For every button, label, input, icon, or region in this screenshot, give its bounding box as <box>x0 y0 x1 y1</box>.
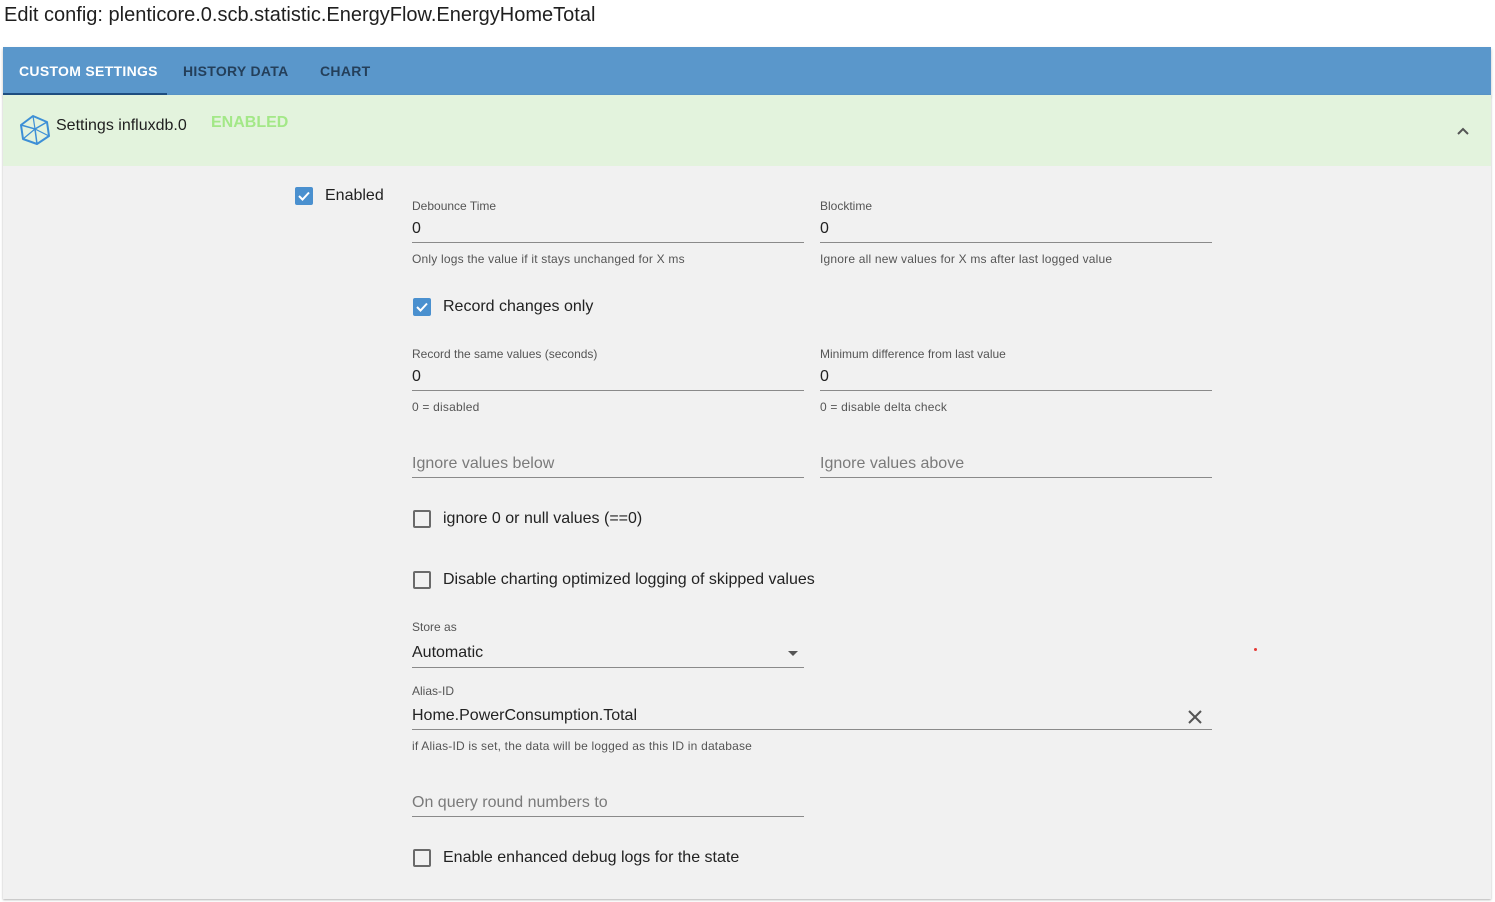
checkmark-icon <box>416 302 428 312</box>
record-same-values-label: Record the same values (seconds) <box>412 347 598 361</box>
red-dot-marker <box>1254 648 1257 651</box>
record-changes-only-label: Record changes only <box>443 298 594 315</box>
ignore-below-input[interactable] <box>412 450 804 478</box>
record-same-values-input[interactable] <box>412 363 804 391</box>
debounce-time-input[interactable] <box>412 215 804 243</box>
panel-header[interactable]: Settings influxdb.0 ENABLED <box>3 95 1491 166</box>
panel-title: Settings influxdb.0 <box>56 117 187 134</box>
disable-charting-label: Disable charting optimized logging of sk… <box>443 571 815 588</box>
tab-history-data[interactable]: HISTORY DATA <box>183 47 289 95</box>
record-changes-only-checkbox[interactable] <box>413 298 431 316</box>
min-difference-helper: 0 = disable delta check <box>820 400 948 414</box>
min-difference-label: Minimum difference from last value <box>820 347 1006 361</box>
tab-chart[interactable]: CHART <box>320 47 371 95</box>
status-badge: ENABLED <box>211 114 289 131</box>
enabled-label: Enabled <box>325 187 384 204</box>
blocktime-label: Blocktime <box>820 199 873 213</box>
clear-icon[interactable] <box>1186 708 1204 726</box>
alias-id-input[interactable] <box>412 702 1212 730</box>
alias-id-helper: if Alias-ID is set, the data will be log… <box>412 739 753 753</box>
store-as-select[interactable]: Automatic <box>412 640 804 668</box>
debounce-time-label: Debounce Time <box>412 199 497 213</box>
debounce-time-helper: Only logs the value if it stays unchange… <box>412 252 685 266</box>
debug-logs-checkbox[interactable] <box>413 849 431 867</box>
ignore-above-input[interactable] <box>820 450 1212 478</box>
page-title: Edit config: plenticore.0.scb.statistic.… <box>4 4 596 26</box>
ignore-zero-label: ignore 0 or null values (==0) <box>443 510 643 527</box>
dropdown-arrow-icon <box>788 651 798 656</box>
blocktime-input[interactable] <box>820 215 1212 243</box>
disable-charting-checkbox[interactable] <box>413 571 431 589</box>
round-numbers-input[interactable] <box>412 789 804 817</box>
settings-panel: Settings influxdb.0 ENABLED Enabled Debo… <box>3 95 1491 899</box>
influxdb-logo-icon <box>20 115 50 145</box>
store-as-label: Store as <box>412 620 457 634</box>
store-as-value: Automatic <box>412 644 484 661</box>
enabled-checkbox[interactable] <box>295 187 313 205</box>
min-difference-input[interactable] <box>820 363 1212 391</box>
tab-custom-settings[interactable]: CUSTOM SETTINGS <box>19 47 158 95</box>
alias-id-label: Alias-ID <box>412 684 455 698</box>
record-same-values-helper: 0 = disabled <box>412 400 480 414</box>
ignore-zero-checkbox[interactable] <box>413 510 431 528</box>
debug-logs-label: Enable enhanced debug logs for the state <box>443 849 740 866</box>
blocktime-helper: Ignore all new values for X ms after las… <box>820 252 1113 266</box>
tab-bar: CUSTOM SETTINGS HISTORY DATA CHART <box>3 47 1491 95</box>
chevron-up-icon[interactable] <box>1453 121 1473 141</box>
checkmark-icon <box>298 191 310 201</box>
